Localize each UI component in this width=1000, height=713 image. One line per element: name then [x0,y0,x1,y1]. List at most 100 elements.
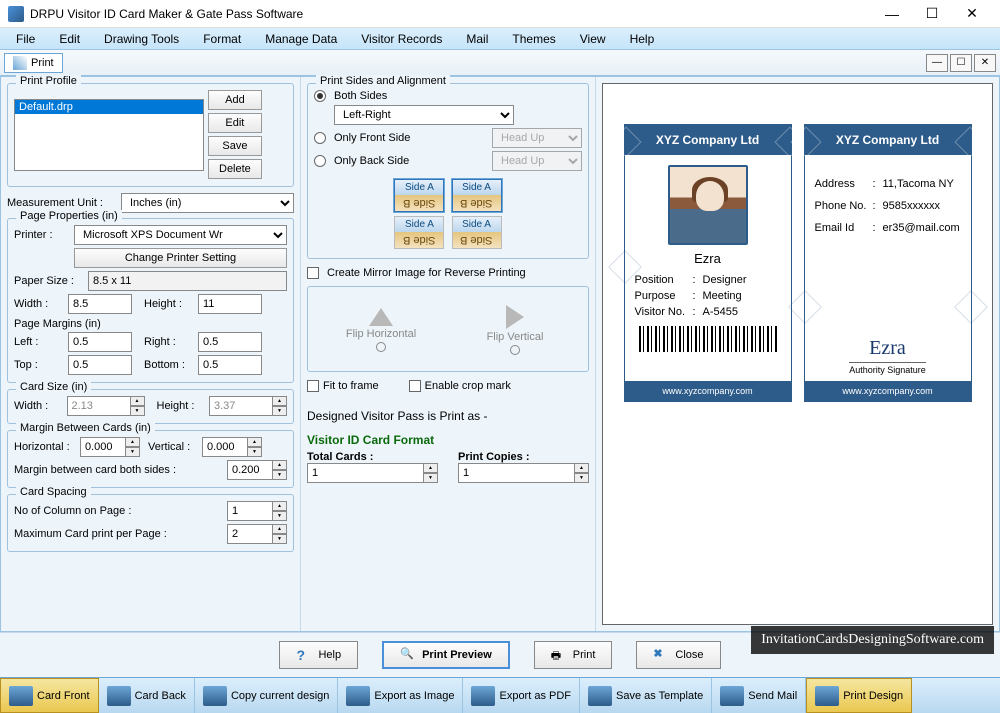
flip-horizontal[interactable]: Flip Horizontal [336,308,426,352]
app-icon [8,6,24,22]
status-icon [471,686,495,706]
change-printer-button[interactable]: Change Printer Setting [74,248,287,268]
print-copies-field[interactable] [458,463,575,483]
both-sides-combo[interactable]: Left-Right [334,105,514,125]
profile-list[interactable]: Default.drp [14,99,204,171]
status-card-front[interactable]: Card Front [0,678,99,713]
total-cards-field[interactable] [307,463,424,483]
printer-icon: 🖶 [551,647,567,663]
print-preview-button[interactable]: 🔍Print Preview [382,641,510,669]
status-save-as-template[interactable]: Save as Template [580,678,712,713]
card-width-field [67,396,131,416]
cols-field[interactable] [227,501,273,521]
menu-visitor-records[interactable]: Visitor Records [351,30,452,48]
margin-top-field[interactable] [68,355,132,375]
help-button[interactable]: ?Help [279,641,358,669]
measurement-select[interactable]: Inches (in) [121,193,294,213]
status-send-mail[interactable]: Send Mail [712,678,806,713]
menu-themes[interactable]: Themes [502,30,565,48]
measurement-label: Measurement Unit : [7,197,117,209]
format-header: Visitor ID Card Format [307,433,589,447]
print-toolbar: Print — ☐ ✕ [0,50,1000,76]
margin-right-field[interactable] [198,332,262,352]
back-combo: Head Up [492,151,582,171]
print-tab[interactable]: Print [4,53,63,73]
close-button[interactable]: ✕ [952,0,992,28]
status-icon [588,686,612,706]
page-properties-group: Page Properties (in) Printer :Microsoft … [7,218,294,383]
card-spacing-group: Card Spacing No of Column on Page :▲▼ Ma… [7,494,294,552]
margin-bottom-field[interactable] [198,355,262,375]
menu-drawing-tools[interactable]: Drawing Tools [94,30,189,48]
flip-group: Flip Horizontal Flip Vertical [307,286,589,372]
print-button[interactable]: 🖶Print [534,641,613,669]
paper-size-field [88,271,287,291]
fit-frame-checkbox[interactable] [307,380,319,392]
back-only-radio[interactable] [314,155,326,167]
card-front-preview: XYZ Company Ltd Ezra Position:Designer P… [624,124,792,402]
status-icon [720,686,744,706]
close-dialog-button[interactable]: ✖Close [636,641,720,669]
photo-placeholder [668,165,748,245]
crop-mark-checkbox[interactable] [409,380,421,392]
max-per-page-field[interactable] [227,524,273,544]
card-back-preview: XYZ Company Ltd Address:11,Tacoma NY Pho… [804,124,972,402]
menu-format[interactable]: Format [193,30,251,48]
margin-both-field[interactable] [227,460,273,480]
inner-minimize[interactable]: — [926,54,948,72]
profile-item[interactable]: Default.drp [15,100,203,114]
app-title: DRPU Visitor ID Card Maker & Gate Pass S… [30,7,872,21]
add-button[interactable]: Add [208,90,262,110]
side-preview-2[interactable]: Side ASide B [452,179,502,212]
status-icon [9,686,33,706]
preview-canvas: XYZ Company Ltd Ezra Position:Designer P… [602,83,993,625]
status-icon [203,686,227,706]
side-preview-4[interactable]: Side ASide B [452,216,502,249]
both-sides-radio[interactable] [314,90,326,102]
status-export-as-image[interactable]: Export as Image [338,678,463,713]
inner-maximize[interactable]: ☐ [950,54,972,72]
maximize-button[interactable]: ☐ [912,0,952,28]
barcode [639,326,777,352]
magnifier-icon: 🔍 [400,647,416,663]
save-button[interactable]: Save [208,136,262,156]
print-icon [13,56,27,70]
menu-view[interactable]: View [570,30,616,48]
menu-help[interactable]: Help [620,30,665,48]
margin-between-group: Margin Between Cards (in) Horizontal : ▲… [7,430,294,488]
statusbar: Card FrontCard BackCopy current designEx… [0,677,1000,713]
page-width-field[interactable] [68,294,132,314]
status-card-back[interactable]: Card Back [99,678,195,713]
signature: Ezra [869,337,906,360]
status-icon [346,686,370,706]
flip-vertical[interactable]: Flip Vertical [470,305,560,355]
mirror-checkbox[interactable] [307,267,319,279]
titlebar: DRPU Visitor ID Card Maker & Gate Pass S… [0,0,1000,28]
menu-manage-data[interactable]: Manage Data [255,30,347,48]
side-preview-1[interactable]: Side ASide B [394,179,444,212]
edit-button[interactable]: Edit [208,113,262,133]
front-only-radio[interactable] [314,132,326,144]
inner-close[interactable]: ✕ [974,54,996,72]
margin-h-field[interactable] [80,437,126,457]
menubar: FileEditDrawing ToolsFormatManage DataVi… [0,28,1000,50]
status-copy-current-design[interactable]: Copy current design [195,678,338,713]
margin-v-field[interactable] [202,437,248,457]
menu-edit[interactable]: Edit [49,30,90,48]
delete-button[interactable]: Delete [208,159,262,179]
watermark: InvitationCardsDesigningSoftware.com [751,626,994,654]
sides-alignment-group: Print Sides and Alignment Both Sides Lef… [307,83,589,259]
menu-file[interactable]: File [6,30,45,48]
card-height-field [209,396,273,416]
status-export-as-pdf[interactable]: Export as PDF [463,678,580,713]
printer-select[interactable]: Microsoft XPS Document Wr [74,225,287,245]
designed-as-label: Designed Visitor Pass is Print as - [307,409,589,423]
minimize-button[interactable]: — [872,0,912,28]
status-print-design[interactable]: Print Design [806,678,912,713]
menu-mail[interactable]: Mail [456,30,498,48]
front-combo: Head Up [492,128,582,148]
page-height-field[interactable] [198,294,262,314]
margin-left-field[interactable] [68,332,132,352]
side-preview-3[interactable]: Side ASide B [394,216,444,249]
status-icon [107,686,131,706]
